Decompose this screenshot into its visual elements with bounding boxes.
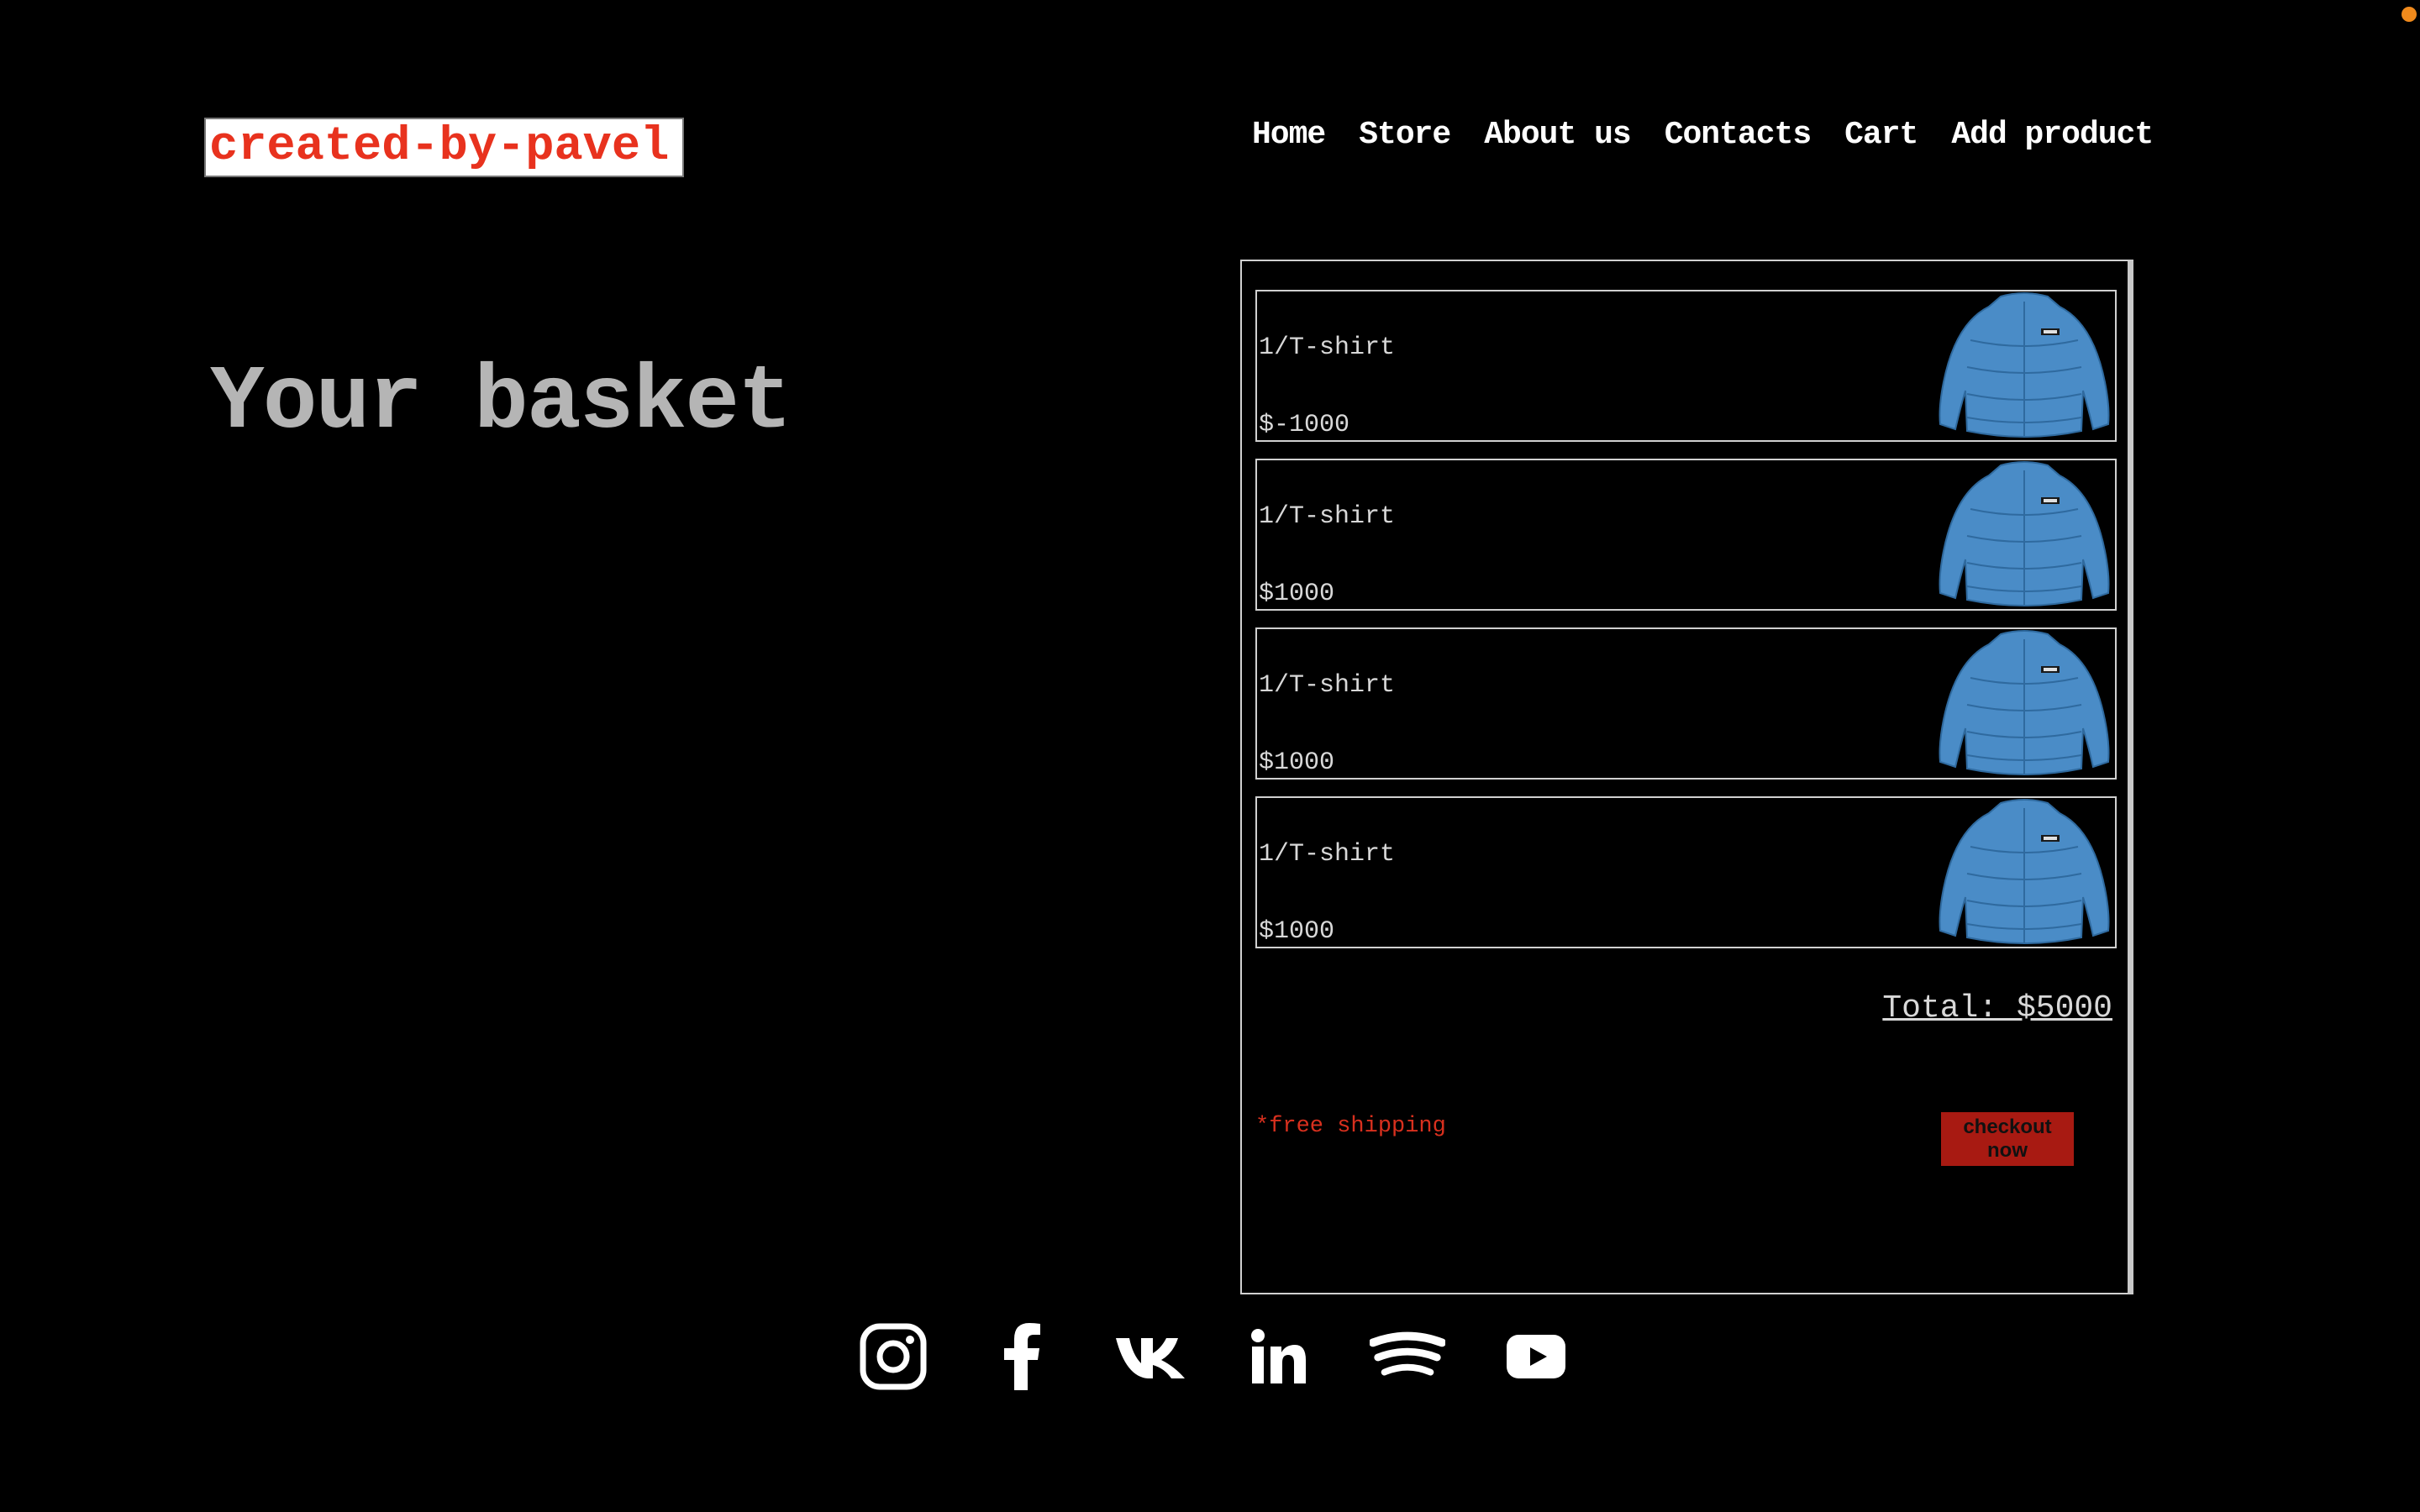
item-thumbnail — [1933, 629, 2115, 778]
youtube-icon — [1507, 1335, 1565, 1378]
blue-puffer-jacket-icon — [1939, 630, 2110, 775]
item-name: 1/T-shirt — [1259, 502, 1396, 531]
youtube-link[interactable] — [1498, 1319, 1574, 1394]
free-shipping-note: *free shipping — [1255, 1114, 1446, 1139]
instagram-icon — [860, 1323, 927, 1390]
basket-item[interactable]: 1/T-shirt $-1000 — [1255, 290, 2117, 442]
linkedin-link[interactable] — [1241, 1319, 1317, 1394]
main-nav: Home Store About us Contacts Cart Add pr… — [1252, 114, 2186, 156]
linkedin-icon — [1251, 1329, 1306, 1383]
checkout-button[interactable]: checkout now — [1941, 1112, 2074, 1166]
vk-icon — [1116, 1338, 1185, 1378]
blue-puffer-jacket-icon — [1939, 461, 2110, 606]
basket-item[interactable]: 1/T-shirt $1000 — [1255, 459, 2117, 611]
status-indicator-dot — [2402, 7, 2417, 22]
basket-panel: 1/T-shirt $-1000 1/T-shirt $1000 1/T-shi… — [1240, 260, 2133, 1294]
nav-about-us[interactable]: About us — [1484, 114, 1631, 156]
blue-puffer-jacket-icon — [1939, 799, 2110, 944]
nav-add-product[interactable]: Add product — [1951, 114, 2154, 156]
item-name: 1/T-shirt — [1259, 840, 1396, 869]
item-name: 1/T-shirt — [1259, 333, 1396, 362]
spotify-link[interactable] — [1370, 1319, 1445, 1394]
social-links — [855, 1319, 1574, 1394]
site-logo[interactable]: created-by-pavel — [204, 118, 684, 177]
nav-contacts[interactable]: Contacts — [1665, 114, 1812, 156]
basket-item[interactable]: 1/T-shirt $1000 — [1255, 627, 2117, 780]
item-price: $1000 — [1259, 917, 1335, 946]
facebook-link[interactable] — [984, 1319, 1060, 1394]
nav-cart[interactable]: Cart — [1844, 114, 1918, 156]
page-title: Your basket — [210, 352, 792, 454]
nav-store[interactable]: Store — [1359, 114, 1451, 156]
item-price: $1000 — [1259, 748, 1335, 777]
item-thumbnail — [1933, 291, 2115, 440]
vk-link[interactable] — [1113, 1319, 1188, 1394]
blue-puffer-jacket-icon — [1939, 292, 2110, 438]
facebook-icon — [1004, 1323, 1040, 1390]
item-price: $1000 — [1259, 580, 1335, 608]
instagram-link[interactable] — [855, 1319, 931, 1394]
basket-item[interactable]: 1/T-shirt $1000 — [1255, 796, 2117, 948]
item-name: 1/T-shirt — [1259, 671, 1396, 700]
item-price: $-1000 — [1259, 411, 1350, 439]
item-thumbnail — [1933, 798, 2115, 947]
spotify-icon — [1370, 1331, 1445, 1376]
basket-total: Total: $5000 — [1882, 990, 2112, 1026]
nav-home[interactable]: Home — [1252, 114, 1326, 156]
item-thumbnail — [1933, 460, 2115, 609]
